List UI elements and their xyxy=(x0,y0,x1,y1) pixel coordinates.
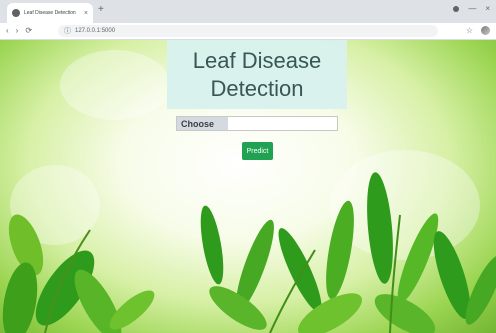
new-tab-icon[interactable]: + xyxy=(98,5,104,15)
tab-close-icon[interactable]: × xyxy=(84,10,88,17)
address-bar[interactable]: ⓘ 127.0.0.1:5000 xyxy=(58,25,438,37)
browser-tab-strip: Leaf Disease Detection × + — × xyxy=(0,0,496,23)
page-title: Leaf Disease Detection xyxy=(177,47,337,103)
back-icon[interactable]: ‹ xyxy=(6,26,9,36)
url-text: 127.0.0.1:5000 xyxy=(75,28,116,34)
browser-toolbar: ‹ › ⟳ ⓘ 127.0.0.1:5000 ☆ xyxy=(0,23,496,40)
tab-title: Leaf Disease Detection xyxy=(24,10,76,16)
right-leaf-cluster xyxy=(200,172,496,333)
info-icon[interactable]: ⓘ xyxy=(64,26,71,36)
title-panel: Leaf Disease Detection xyxy=(167,40,347,109)
forward-icon[interactable]: › xyxy=(16,26,19,36)
extension-icon[interactable] xyxy=(481,26,490,35)
window-controls: — × xyxy=(453,5,490,13)
minimize-icon[interactable]: — xyxy=(468,5,476,13)
page-title-line-2: Detection xyxy=(210,75,304,101)
page-title-line-1: Leaf Disease xyxy=(192,47,322,73)
close-window-icon[interactable]: × xyxy=(485,5,490,13)
reload-icon[interactable]: ⟳ xyxy=(25,26,32,36)
toolbar-actions: ☆ xyxy=(466,26,490,35)
choose-file-button[interactable]: Choose xyxy=(177,117,228,130)
browser-tab[interactable]: Leaf Disease Detection × xyxy=(7,3,93,23)
globe-icon xyxy=(12,9,20,17)
navigation-buttons: ‹ › ⟳ xyxy=(6,26,32,36)
bookmark-star-icon[interactable]: ☆ xyxy=(466,26,473,35)
file-upload-input[interactable]: Choose xyxy=(176,116,338,131)
profile-icon[interactable] xyxy=(453,6,460,12)
predict-button[interactable]: Predict xyxy=(242,142,273,160)
page-viewport: Leaf Disease Detection Choose Predict xyxy=(0,40,496,333)
left-leaf-cluster xyxy=(2,214,155,333)
